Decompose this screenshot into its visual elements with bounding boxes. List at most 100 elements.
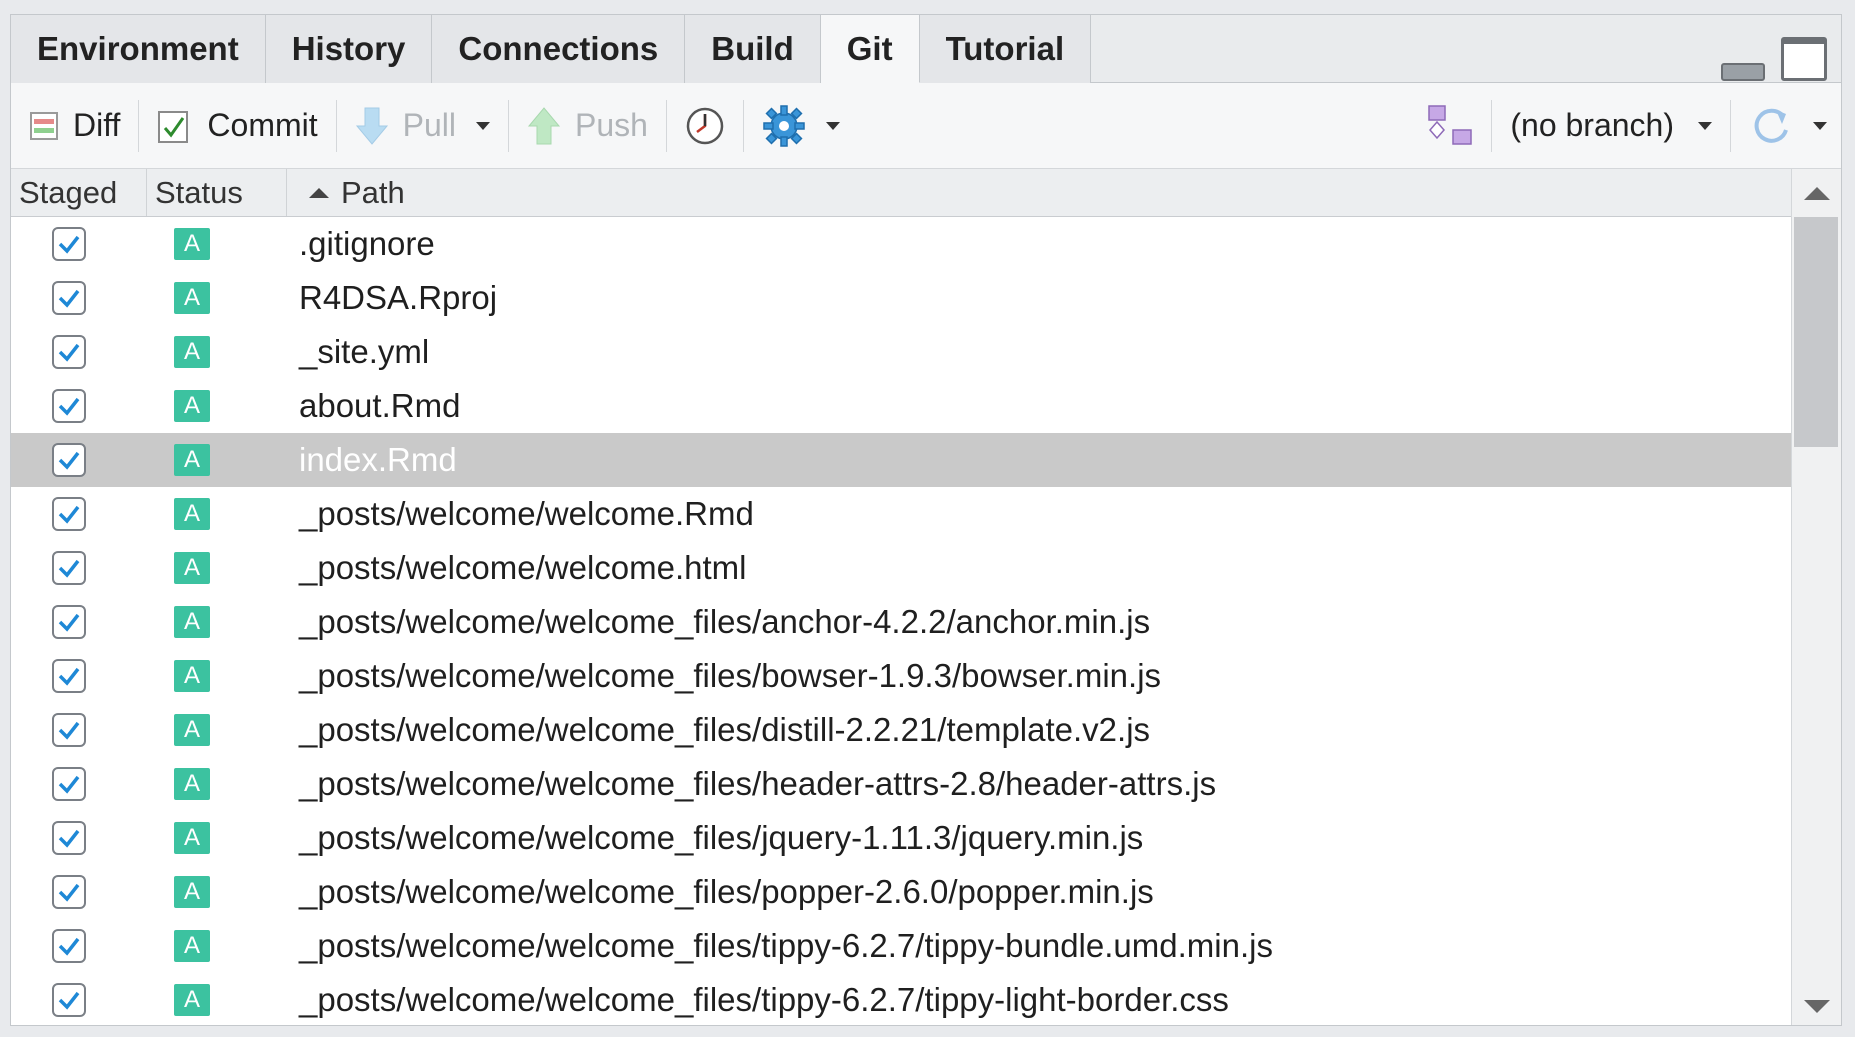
table-row[interactable]: A _posts/welcome/welcome_files/distill-2.… [11, 703, 1793, 757]
checkmark-icon [58, 289, 80, 308]
staged-checkbox[interactable] [52, 659, 86, 693]
status-cell: A [137, 282, 277, 314]
staged-checkbox[interactable] [52, 821, 86, 855]
minimize-icon[interactable] [1721, 63, 1765, 81]
staged-checkbox[interactable] [52, 875, 86, 909]
table-row[interactable]: A _posts/welcome/welcome_files/anchor-4.2… [11, 595, 1793, 649]
pull-button[interactable]: Pull [337, 96, 508, 156]
staged-cell [11, 227, 137, 261]
tab-git[interactable]: Git [820, 15, 920, 83]
vertical-scrollbar[interactable] [1791, 169, 1841, 1025]
status-cell: A [137, 228, 277, 260]
table-row[interactable]: A _posts/welcome/welcome_files/popper-2.6… [11, 865, 1793, 919]
commit-button[interactable]: Commit [139, 96, 335, 156]
staged-checkbox[interactable] [52, 713, 86, 747]
tab-tutorial[interactable]: Tutorial [919, 15, 1092, 83]
status-badge: A [174, 606, 210, 638]
table-row[interactable]: Aabout.Rmd [11, 379, 1793, 433]
status-badge: A [174, 660, 210, 692]
path-column-label: Path [341, 174, 405, 210]
staged-cell [11, 713, 137, 747]
status-cell: A [137, 660, 277, 692]
scroll-up-icon[interactable] [1804, 187, 1830, 200]
status-cell: A [137, 984, 277, 1016]
status-badge: A [174, 876, 210, 908]
checkmark-icon [58, 235, 80, 254]
staged-cell [11, 551, 137, 585]
status-cell: A [137, 606, 277, 638]
table-row[interactable]: Aindex.Rmd [11, 433, 1793, 487]
new-branch-button[interactable] [1409, 96, 1491, 156]
file-path: index.Rmd [299, 441, 457, 478]
table-row[interactable]: A _posts/welcome/welcome_files/jquery-1.1… [11, 811, 1793, 865]
file-path: _posts/welcome/welcome_files/anchor-4.2.… [299, 603, 1151, 640]
staged-checkbox[interactable] [52, 767, 86, 801]
file-list: A .gitignore A R4DSA.Rproj A _site.yml Aabout.… [11, 217, 1793, 1025]
table-row[interactable]: A R4DSA.Rproj [11, 271, 1793, 325]
staged-checkbox[interactable] [52, 281, 86, 315]
staged-checkbox[interactable] [52, 335, 86, 369]
table-row[interactable]: A _posts/welcome/welcome_files/bowser-1.9… [11, 649, 1793, 703]
staged-column-header[interactable]: Staged [11, 169, 147, 216]
history-button[interactable] [667, 96, 743, 156]
staged-checkbox[interactable] [52, 605, 86, 639]
staged-checkbox[interactable] [52, 497, 86, 531]
tab-connections[interactable]: Connections [432, 15, 686, 83]
refresh-icon [1754, 108, 1788, 143]
staged-checkbox[interactable] [52, 983, 86, 1017]
status-badge: A [174, 282, 210, 314]
checkmark-icon [58, 883, 80, 902]
push-label: Push [575, 107, 648, 143]
staged-cell [11, 497, 137, 531]
file-path: _posts/welcome/welcome_files/bowser-1.9.… [299, 657, 1162, 694]
chevron-down-icon[interactable] [825, 121, 840, 130]
staged-cell [11, 983, 137, 1017]
table-row[interactable]: A _posts/welcome/welcome.html [11, 541, 1793, 595]
chevron-down-icon[interactable] [476, 121, 490, 130]
table-row[interactable]: A _posts/welcome/welcome.Rmd [11, 487, 1793, 541]
checkmark-icon [58, 721, 80, 740]
staged-checkbox[interactable] [52, 551, 86, 585]
path-column-header[interactable]: Path [287, 169, 1793, 216]
refresh-button[interactable] [1731, 96, 1841, 156]
status-cell: A [137, 498, 277, 530]
branch-select[interactable]: (no branch) [1492, 107, 1730, 144]
status-column-header[interactable]: Status [147, 169, 287, 216]
window-controls [1721, 35, 1827, 81]
tab-history[interactable]: History [265, 15, 433, 83]
table-row[interactable]: A _site.yml [11, 325, 1793, 379]
diff-button[interactable]: Diff [11, 96, 138, 156]
checkmark-icon [58, 343, 80, 362]
maximize-icon[interactable] [1781, 37, 1827, 81]
tab-build[interactable]: Build [685, 15, 821, 83]
status-cell: A [137, 444, 277, 476]
status-badge: A [174, 552, 210, 584]
status-badge: A [174, 984, 210, 1016]
staged-cell [11, 929, 137, 963]
git-toolbar: Diff Commit Pull Push (no branch) [11, 83, 1841, 169]
file-path: _posts/welcome/welcome_files/header-attr… [299, 765, 1217, 802]
table-row[interactable]: A _posts/welcome/welcome_files/tippy-6.2.… [11, 919, 1793, 973]
status-badge: A [174, 822, 210, 854]
table-row[interactable]: A _posts/welcome/welcome_files/tippy-6.2.… [11, 973, 1793, 1025]
scrollbar-thumb[interactable] [1794, 217, 1838, 447]
tab-bar: Environment History Connections Build Gi… [11, 15, 1841, 83]
scroll-down-icon[interactable] [1804, 1000, 1830, 1013]
more-button[interactable] [744, 96, 858, 156]
commit-icon [158, 110, 189, 143]
checkmark-icon [58, 937, 80, 956]
status-cell: A [137, 336, 277, 368]
chevron-down-icon[interactable] [1813, 121, 1827, 130]
staged-cell [11, 281, 137, 315]
tab-environment[interactable]: Environment [11, 15, 266, 83]
push-button[interactable]: Push [509, 96, 666, 156]
chevron-down-icon [1698, 121, 1712, 130]
staged-checkbox[interactable] [52, 443, 86, 477]
diff-icon [30, 111, 58, 140]
staged-checkbox[interactable] [52, 929, 86, 963]
staged-checkbox[interactable] [52, 227, 86, 261]
clock-icon [686, 107, 724, 144]
table-row[interactable]: A _posts/welcome/welcome_files/header-att… [11, 757, 1793, 811]
table-row[interactable]: A .gitignore [11, 217, 1793, 271]
staged-checkbox[interactable] [52, 389, 86, 423]
